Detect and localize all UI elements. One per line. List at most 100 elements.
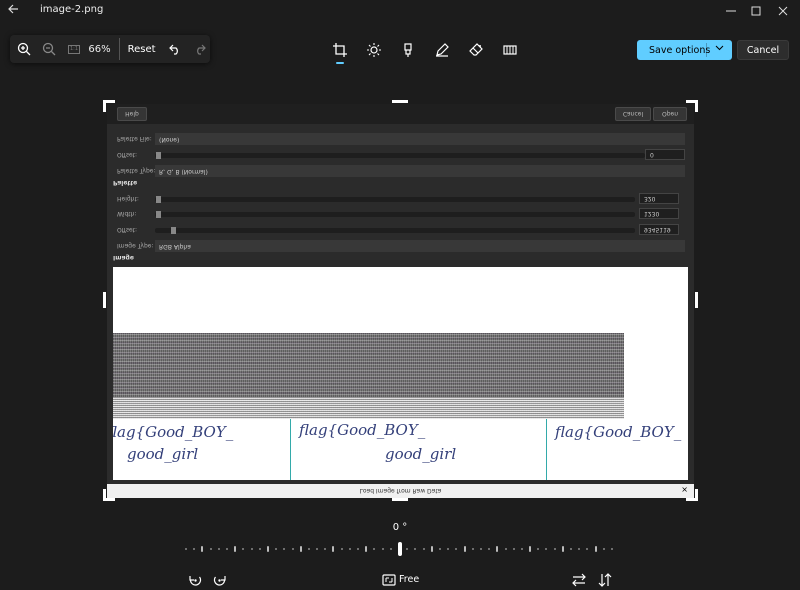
rotation-tick xyxy=(185,548,187,550)
rotation-slider-thumb[interactable] xyxy=(398,542,402,556)
aspect-ratio-icon[interactable] xyxy=(379,572,399,588)
image-palette-section: Palette xyxy=(113,179,138,186)
cancel-button[interactable]: Cancel xyxy=(737,40,789,60)
crop-handle-bottom-right[interactable] xyxy=(695,489,698,501)
rotation-tick xyxy=(218,548,220,550)
actual-size-label: 1:1 xyxy=(68,44,80,54)
flip-horizontal-icon[interactable] xyxy=(569,572,589,588)
rotate-left-icon[interactable] xyxy=(185,572,205,588)
rotation-tick xyxy=(447,548,449,550)
rotate-right-icon[interactable] xyxy=(210,572,230,588)
image-slider-track xyxy=(155,197,635,202)
zoom-out-icon[interactable] xyxy=(39,39,58,59)
redo-icon[interactable] xyxy=(191,39,210,59)
rotation-tick xyxy=(324,548,326,550)
rotation-tick xyxy=(251,548,253,550)
image-offset-row: Offset: 9345119 xyxy=(115,223,687,237)
rotation-tick xyxy=(439,548,441,550)
adjust-icon[interactable] xyxy=(364,39,384,61)
image-number-box: 1230 xyxy=(639,208,679,219)
crop-handle-right[interactable] xyxy=(695,292,698,308)
divider xyxy=(290,419,291,480)
crop-handle-top-right[interactable] xyxy=(695,100,698,112)
zoom-in-icon[interactable] xyxy=(14,39,33,59)
rotation-tick xyxy=(455,548,457,550)
image-dialog-toolbar: Help Cancel Open xyxy=(107,104,694,124)
crop-handle-left[interactable] xyxy=(103,292,106,308)
image-number-box: 0 xyxy=(645,149,685,160)
image-label: Width: xyxy=(117,210,137,217)
rotation-tick xyxy=(611,548,613,550)
rotation-tick xyxy=(332,546,334,552)
aspect-ratio-label[interactable]: Free xyxy=(399,574,419,585)
image-label: Offset: xyxy=(117,226,138,233)
reset-button[interactable]: Reset xyxy=(128,44,156,55)
image-palette-type-row: Palette Type: R, G, B (Normal) xyxy=(115,164,687,178)
image-palette-file-value: (None) xyxy=(155,133,685,145)
crop-handle-bottom[interactable] xyxy=(392,498,408,501)
rotation-tick xyxy=(308,548,310,550)
crop-handle-bottom-left[interactable] xyxy=(103,489,106,501)
markup-icon[interactable] xyxy=(398,39,418,61)
image-width-row: Width: 1230 xyxy=(115,207,687,221)
rotation-tick xyxy=(349,548,351,550)
crop-handle-top-left[interactable] xyxy=(103,100,106,112)
image-slider-thumb xyxy=(156,152,161,159)
image-canvas[interactable]: Help Cancel Open Palette File: (None) Of… xyxy=(107,104,694,498)
title-bar: image-2.png xyxy=(0,0,800,22)
rotation-tick xyxy=(242,548,244,550)
edit-tools xyxy=(330,38,520,64)
rotation-tick xyxy=(545,548,547,550)
image-number-box: 9345119 xyxy=(639,224,679,235)
rotation-angle: 0 ° xyxy=(392,522,408,533)
image-slider-track xyxy=(155,153,645,158)
crop-icon[interactable] xyxy=(330,39,350,64)
rotation-tick xyxy=(480,548,482,550)
handwriting-text: flag{Good_BOY_ xyxy=(113,423,234,441)
rotation-tick xyxy=(300,546,302,552)
rotation-tick xyxy=(570,548,572,550)
rotation-slider[interactable] xyxy=(185,541,615,557)
actual-size-icon[interactable]: 1:1 xyxy=(64,39,83,59)
rotation-tick xyxy=(496,546,498,552)
image-label: Image Type: xyxy=(117,242,154,249)
rotation-tick xyxy=(472,548,474,550)
rotation-tick xyxy=(464,546,466,552)
image-type-value: RGB Alpha xyxy=(155,240,685,252)
rotation-tick xyxy=(210,548,212,550)
rotation-tick xyxy=(586,548,588,550)
rotation-tick xyxy=(431,546,433,552)
rotation-tick xyxy=(390,548,392,550)
rotation-tick xyxy=(554,548,556,550)
chevron-down-icon[interactable] xyxy=(715,43,724,55)
crop-handle-top[interactable] xyxy=(392,100,408,103)
close-icon[interactable] xyxy=(760,0,800,22)
save-options-button[interactable]: Save options xyxy=(637,40,732,60)
rotation-tick xyxy=(414,548,416,550)
image-palette-type-value: R, G, B (Normal) xyxy=(155,165,685,177)
rotation-tick xyxy=(488,548,490,550)
filter-icon[interactable] xyxy=(500,39,520,61)
rotation-tick xyxy=(373,548,375,550)
handwriting-text: flag{Good_BOY_ xyxy=(299,421,426,439)
rotation-tick xyxy=(201,546,203,552)
rotation-tick xyxy=(578,548,580,550)
undo-icon[interactable] xyxy=(166,39,185,59)
handwriting-text: good_girl xyxy=(385,445,457,463)
rotation-tick xyxy=(595,546,597,552)
rotation-tick xyxy=(513,548,515,550)
image-section-label: Image xyxy=(113,254,134,261)
rotation-tick xyxy=(283,548,285,550)
image-label: Height: xyxy=(117,195,139,202)
rotation-tick xyxy=(521,548,523,550)
rotation-tick xyxy=(234,546,236,552)
image-palette-offset-row: Offset: 0 xyxy=(115,148,687,162)
rotation-tick xyxy=(259,548,261,550)
image-slider-thumb xyxy=(171,227,176,234)
flip-vertical-icon[interactable] xyxy=(595,572,615,588)
erase-icon[interactable] xyxy=(466,39,486,61)
image-help-button: Help xyxy=(117,107,147,121)
handwriting-text: good_girl xyxy=(127,445,199,463)
back-arrow-icon[interactable] xyxy=(4,2,22,20)
pen-icon[interactable] xyxy=(432,39,452,61)
